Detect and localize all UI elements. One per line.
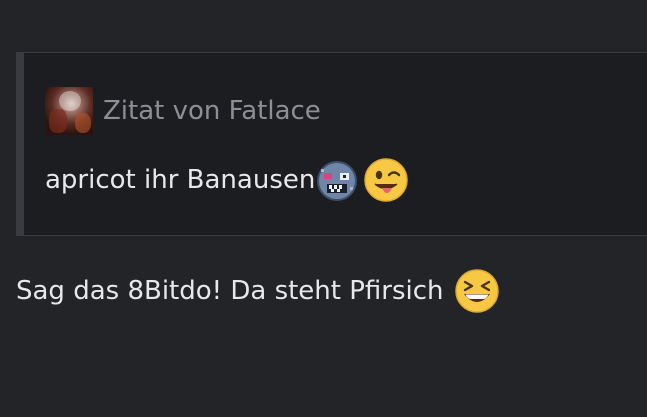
quote-block: Zitat von Fatlace apricot ihr Banausen	[16, 52, 647, 236]
quote-text: apricot ihr Banausen	[45, 157, 409, 203]
quote-header: Zitat von Fatlace	[45, 87, 321, 135]
winking-face-with-tongue-icon	[364, 158, 409, 202]
quote-author[interactable]: Zitat von Fatlace	[103, 87, 321, 135]
message-text: Sag das 8Bitdo! Da steht Pfirsich	[16, 276, 444, 306]
robot-smiley-icon	[317, 161, 358, 201]
quote-message-text: apricot ihr Banausen	[45, 165, 316, 195]
message-text-line: Sag das 8Bitdo! Da steht Pfirsich	[16, 268, 500, 314]
quote-bar	[16, 53, 24, 235]
grinning-squinting-face-icon	[454, 269, 499, 313]
avatar[interactable]	[45, 87, 93, 135]
